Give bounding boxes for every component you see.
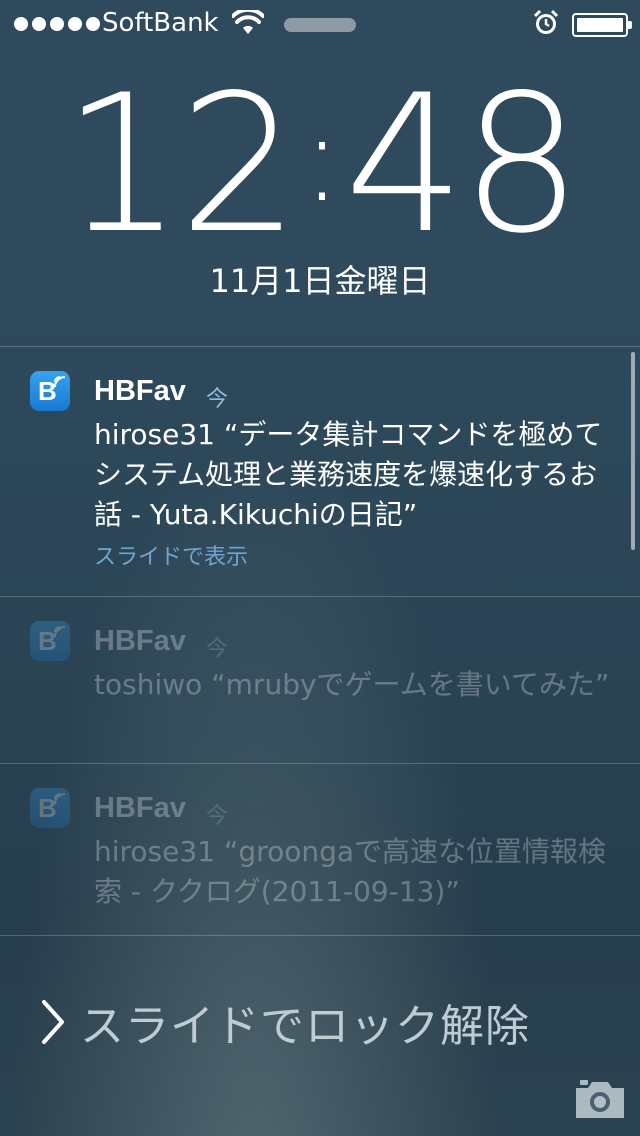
slide-to-unlock[interactable]: スライドでロック解除 xyxy=(40,990,530,1054)
notification-body: hirose31 “データ集計コマンドを極めてシステム処理と業務速度を爆速化する… xyxy=(94,418,603,531)
notification-app-name: HBFav xyxy=(94,792,186,824)
camera-icon[interactable] xyxy=(572,1078,628,1122)
chevron-right-icon xyxy=(42,1000,64,1044)
slide-to-view-hint[interactable]: スライドで表示 xyxy=(94,539,248,571)
notification-app-name: HBFav xyxy=(94,375,186,407)
alarm-clock-icon xyxy=(533,9,559,34)
lock-clock: 12:48 xyxy=(0,70,640,260)
slide-to-unlock-label: スライドでロック解除 xyxy=(80,1001,530,1052)
notification-list[interactable]: B HBFav 今 hirose31 “データ集計コマンドを極めてシステム処理と… xyxy=(0,346,640,936)
notification-center-grabber[interactable] xyxy=(284,18,356,32)
notification-body: toshiwo “mrubyでゲームを書いてみた” xyxy=(94,668,610,701)
notification-app-name: HBFav xyxy=(94,625,186,657)
notification-time: 今 xyxy=(206,387,229,412)
clock-hour: 12 xyxy=(62,54,300,275)
wifi-icon xyxy=(232,10,264,34)
notification-item[interactable]: B HBFav 今 hirose31 “データ集計コマンドを極めてシステム処理と… xyxy=(0,347,640,597)
lock-date: 11月1日金曜日 xyxy=(209,262,431,300)
notification-item[interactable]: B HBFav 今 toshiwo “mrubyでゲームを書いてみた” xyxy=(0,597,640,763)
signal-dots-icon xyxy=(14,17,100,31)
carrier-name: SoftBank xyxy=(102,8,219,38)
battery-icon xyxy=(572,13,632,37)
status-bar: SoftBank xyxy=(0,0,640,48)
hbfav-app-icon: B xyxy=(30,788,70,828)
clock-minute: 48 xyxy=(344,54,582,275)
divider xyxy=(0,935,640,936)
hbfav-app-icon: B xyxy=(30,621,70,661)
hbfav-app-icon: B xyxy=(30,371,70,411)
notification-time: 今 xyxy=(206,804,229,829)
notification-body: hirose31 “groongaで高速な位置情報検索 - ククログ(2011-… xyxy=(94,835,607,908)
notification-item[interactable]: B HBFav 今 hirose31 “groongaで高速な位置情報検索 - … xyxy=(0,764,640,934)
notification-time: 今 xyxy=(206,637,229,662)
clock-colon: : xyxy=(301,90,342,229)
